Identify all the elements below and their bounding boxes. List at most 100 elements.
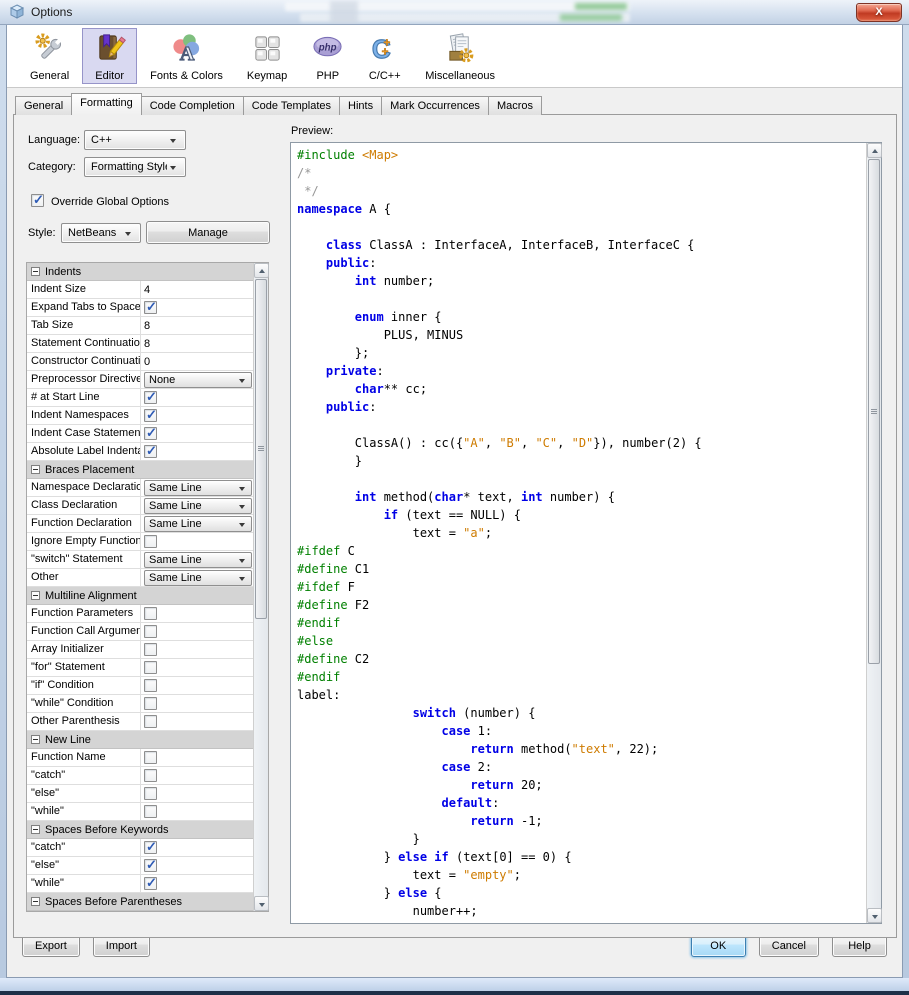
general-gear-wrench-icon [33,32,66,68]
setting-checkbox[interactable] [144,409,157,422]
tab-macros[interactable]: Macros [488,96,542,115]
setting-label: Function Name [27,749,141,766]
scroll-up-button[interactable] [254,263,269,278]
dialog-body: General Editor AFonts & ColorsKeymapphpPHP… [6,25,903,978]
settings-row: Class DeclarationSame Line [27,497,254,515]
setting-checkbox[interactable] [144,841,157,854]
code-preview[interactable]: #include <Map>/* */namespace A { class C… [291,143,866,923]
php-icon: php [311,32,344,68]
code-line: }; [297,344,866,362]
toolbar-item-label: Editor [95,70,124,82]
code-line: return -1; [297,812,866,830]
scroll-down-button[interactable] [254,896,269,911]
category-label: Category: [28,161,76,173]
setting-value[interactable]: 8 [144,338,150,350]
code-line: #define F2 [297,596,866,614]
collapse-icon[interactable] [31,267,40,276]
setting-checkbox[interactable] [144,427,157,440]
category-select[interactable]: Formatting Style [84,157,186,177]
scroll-down-button[interactable] [867,908,882,923]
manage-button[interactable]: Manage [146,221,270,244]
setting-label: Absolute Label Indentation [27,443,141,460]
setting-dropdown[interactable]: Same Line [144,498,252,514]
window-bottom-edge [0,991,909,995]
toolbar-item-editor[interactable]: Editor [82,28,137,84]
setting-checkbox[interactable] [144,643,157,656]
style-select[interactable]: NetBeans [61,223,141,243]
setting-value-cell: 8 [141,335,254,352]
setting-dropdown[interactable]: Same Line [144,480,252,496]
setting-checkbox[interactable] [144,751,157,764]
fonts-colors-icon: A [170,32,203,68]
setting-dropdown[interactable]: None [144,372,252,388]
setting-value[interactable]: 8 [144,320,150,332]
setting-label: Indent Namespaces [27,407,141,424]
setting-checkbox[interactable] [144,607,157,620]
close-button[interactable]: X [856,3,902,22]
setting-value[interactable]: 4 [144,284,150,296]
tab-code-templates[interactable]: Code Templates [243,96,340,115]
setting-checkbox[interactable] [144,679,157,692]
setting-dropdown[interactable]: Same Line [144,552,252,568]
setting-checkbox[interactable] [144,715,157,728]
settings-section: New Line [27,731,254,749]
setting-value-cell [141,695,254,712]
collapse-icon[interactable] [31,825,40,834]
section-label: New Line [45,734,91,746]
tab-mark-occurrences[interactable]: Mark Occurrences [381,96,489,115]
settings-row: Array Initializer [27,641,254,659]
setting-checkbox[interactable] [144,301,157,314]
settings-section: Braces Placement [27,461,254,479]
setting-checkbox[interactable] [144,445,157,458]
setting-value-cell: Same Line [141,569,254,586]
chevron-down-icon [239,487,245,491]
setting-dropdown[interactable]: Same Line [144,516,252,532]
scrollbar-thumb[interactable] [255,279,267,619]
svg-text:+: + [382,45,389,58]
toolbar-item-php[interactable]: phpPHP [300,28,355,84]
setting-checkbox[interactable] [144,697,157,710]
setting-value-cell [141,443,254,460]
tab-formatting[interactable]: Formatting [71,93,142,115]
setting-checkbox[interactable] [144,769,157,782]
setting-value-cell [141,425,254,442]
tab-general[interactable]: General [15,96,72,115]
setting-value[interactable]: 0 [144,356,150,368]
tab-hints[interactable]: Hints [339,96,382,115]
scroll-up-button[interactable] [867,143,882,158]
toolbar-item-general[interactable]: General [19,28,80,84]
setting-checkbox[interactable] [144,535,157,548]
setting-value-cell [141,713,254,730]
collapse-icon[interactable] [31,897,40,906]
setting-checkbox[interactable] [144,877,157,890]
title-bar[interactable]: Options X [0,0,909,25]
toolbar-item-miscellaneous[interactable]: Miscellaneous [414,28,506,84]
scrollbar-thumb[interactable] [868,159,880,664]
settings-row: "while" [27,875,254,893]
setting-checkbox[interactable] [144,859,157,872]
language-select[interactable]: C++ [84,130,186,150]
options-toolbar: General Editor AFonts & ColorsKeymapphpPHP… [7,25,902,88]
chevron-down-icon [170,139,176,143]
collapse-icon[interactable] [31,465,40,474]
code-line: default: [297,794,866,812]
override-global-options-checkbox[interactable] [31,194,44,207]
collapse-icon[interactable] [31,735,40,744]
settings-section: Spaces Before Keywords [27,821,254,839]
setting-checkbox[interactable] [144,391,157,404]
options-cube-icon [9,4,25,20]
collapse-icon[interactable] [31,591,40,600]
setting-checkbox[interactable] [144,805,157,818]
toolbar-item-fonts-colors[interactable]: AFonts & Colors [139,28,234,84]
setting-dropdown[interactable]: Same Line [144,570,252,586]
toolbar-item-keymap[interactable]: Keymap [236,28,298,84]
miscellaneous-icon [444,32,477,68]
preview-scrollbar [866,143,881,923]
setting-checkbox[interactable] [144,661,157,674]
code-line: #include <Map> [297,146,866,164]
toolbar-item-c-c-[interactable]: C++C/C++ [357,28,412,84]
setting-checkbox[interactable] [144,625,157,638]
tab-code-completion[interactable]: Code Completion [141,96,244,115]
dropdown-value: Same Line [149,482,202,494]
setting-checkbox[interactable] [144,787,157,800]
